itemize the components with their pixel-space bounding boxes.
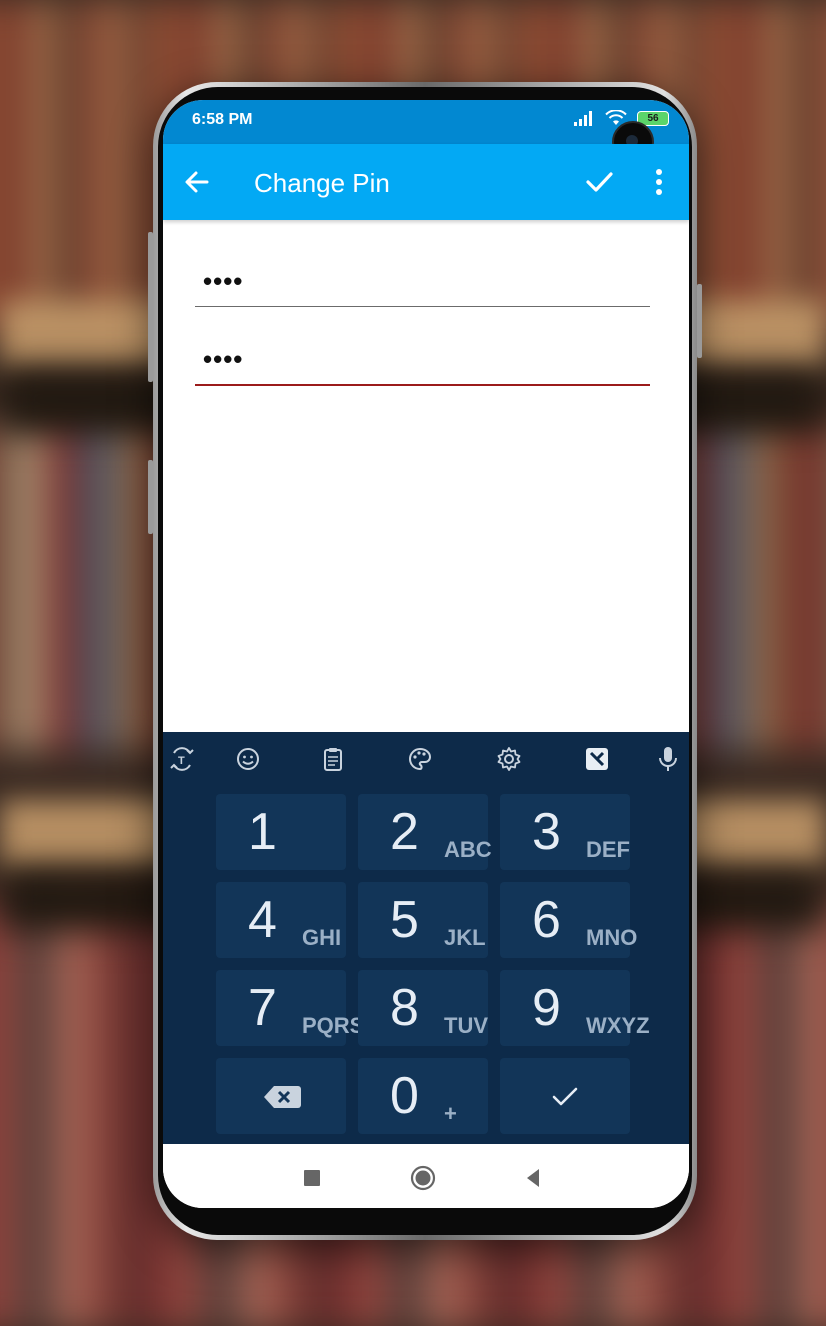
key-9[interactable]: 9 WXYZ xyxy=(500,970,650,1046)
circle-icon[interactable] xyxy=(409,1164,437,1192)
key-2[interactable]: 2 ABC xyxy=(358,794,492,870)
key-letters: WXYZ xyxy=(586,1013,650,1038)
power-button xyxy=(697,284,702,358)
key-letters: DEF xyxy=(586,837,630,862)
key-digit: 9 xyxy=(532,979,561,1037)
current-pin-value: •••• xyxy=(203,266,244,296)
check-icon[interactable] xyxy=(581,164,617,200)
translate-icon[interactable]: T xyxy=(167,744,197,774)
key-letters: JKL xyxy=(444,925,486,950)
clipboard-icon[interactable] xyxy=(318,744,348,774)
key-7[interactable]: 7 PQRS xyxy=(216,970,364,1046)
keyboard-toolbar: T xyxy=(163,732,689,788)
key-backspace[interactable] xyxy=(216,1058,346,1134)
key-letters: ABC xyxy=(444,837,492,862)
check-icon xyxy=(552,1087,578,1106)
news-icon[interactable] xyxy=(582,744,612,774)
key-digit: 0 xyxy=(390,1067,419,1125)
triangle-back-icon[interactable] xyxy=(519,1164,547,1192)
signal-icon xyxy=(574,111,592,126)
key-5[interactable]: 5 JKL xyxy=(358,882,488,958)
key-digit: 5 xyxy=(390,891,419,949)
new-pin-field[interactable]: •••• xyxy=(195,340,650,386)
key-0[interactable]: 0 + xyxy=(358,1058,488,1134)
svg-text:T: T xyxy=(178,755,185,767)
new-pin-value: •••• xyxy=(203,344,244,374)
key-8[interactable]: 8 TUV xyxy=(358,970,488,1046)
volume-button xyxy=(148,232,153,382)
arrow-left-icon[interactable] xyxy=(179,164,215,200)
key-digit: 1 xyxy=(248,803,277,861)
page-title: Change Pin xyxy=(254,168,390,198)
key-letters: + xyxy=(444,1101,457,1126)
side-button xyxy=(148,460,153,534)
key-letters: PQRS xyxy=(302,1013,365,1038)
backspace-icon xyxy=(264,1086,301,1108)
app-bar: Change Pin xyxy=(163,144,689,220)
mic-icon[interactable] xyxy=(653,744,683,774)
key-digit: 2 xyxy=(390,803,419,861)
gear-icon[interactable] xyxy=(494,744,524,774)
status-time: 6:58 PM xyxy=(192,111,253,128)
square-icon[interactable] xyxy=(298,1164,326,1192)
key-6[interactable]: 6 MNO xyxy=(500,882,637,958)
key-3[interactable]: 3 DEF xyxy=(500,794,630,870)
key-letters: MNO xyxy=(586,925,638,950)
status-bar: 6:58 PM 56 xyxy=(163,100,689,144)
emoji-icon[interactable] xyxy=(233,744,263,774)
numeric-keyboard: T 1 2 ABC 3 DEF 4 GHI 5 JKL 6 MNO 7 PQRS… xyxy=(163,732,689,1144)
key-enter[interactable] xyxy=(500,1058,630,1134)
key-digit: 6 xyxy=(532,891,561,949)
phone-screen: 6:58 PM 56 Change Pin •••• •••• T 1 2 AB… xyxy=(163,100,689,1208)
key-digit: 7 xyxy=(248,979,277,1037)
key-letters: TUV xyxy=(444,1013,488,1038)
key-digit: 3 xyxy=(532,803,561,861)
system-navigation-bar xyxy=(163,1144,689,1208)
key-digit: 4 xyxy=(248,891,277,949)
key-digit: 8 xyxy=(390,979,419,1037)
more-vertical-icon[interactable] xyxy=(647,164,671,200)
current-pin-field[interactable]: •••• xyxy=(195,262,650,307)
key-letters: GHI xyxy=(302,925,342,950)
key-4[interactable]: 4 GHI xyxy=(216,882,346,958)
palette-icon[interactable] xyxy=(405,744,435,774)
key-1[interactable]: 1 xyxy=(216,794,346,870)
